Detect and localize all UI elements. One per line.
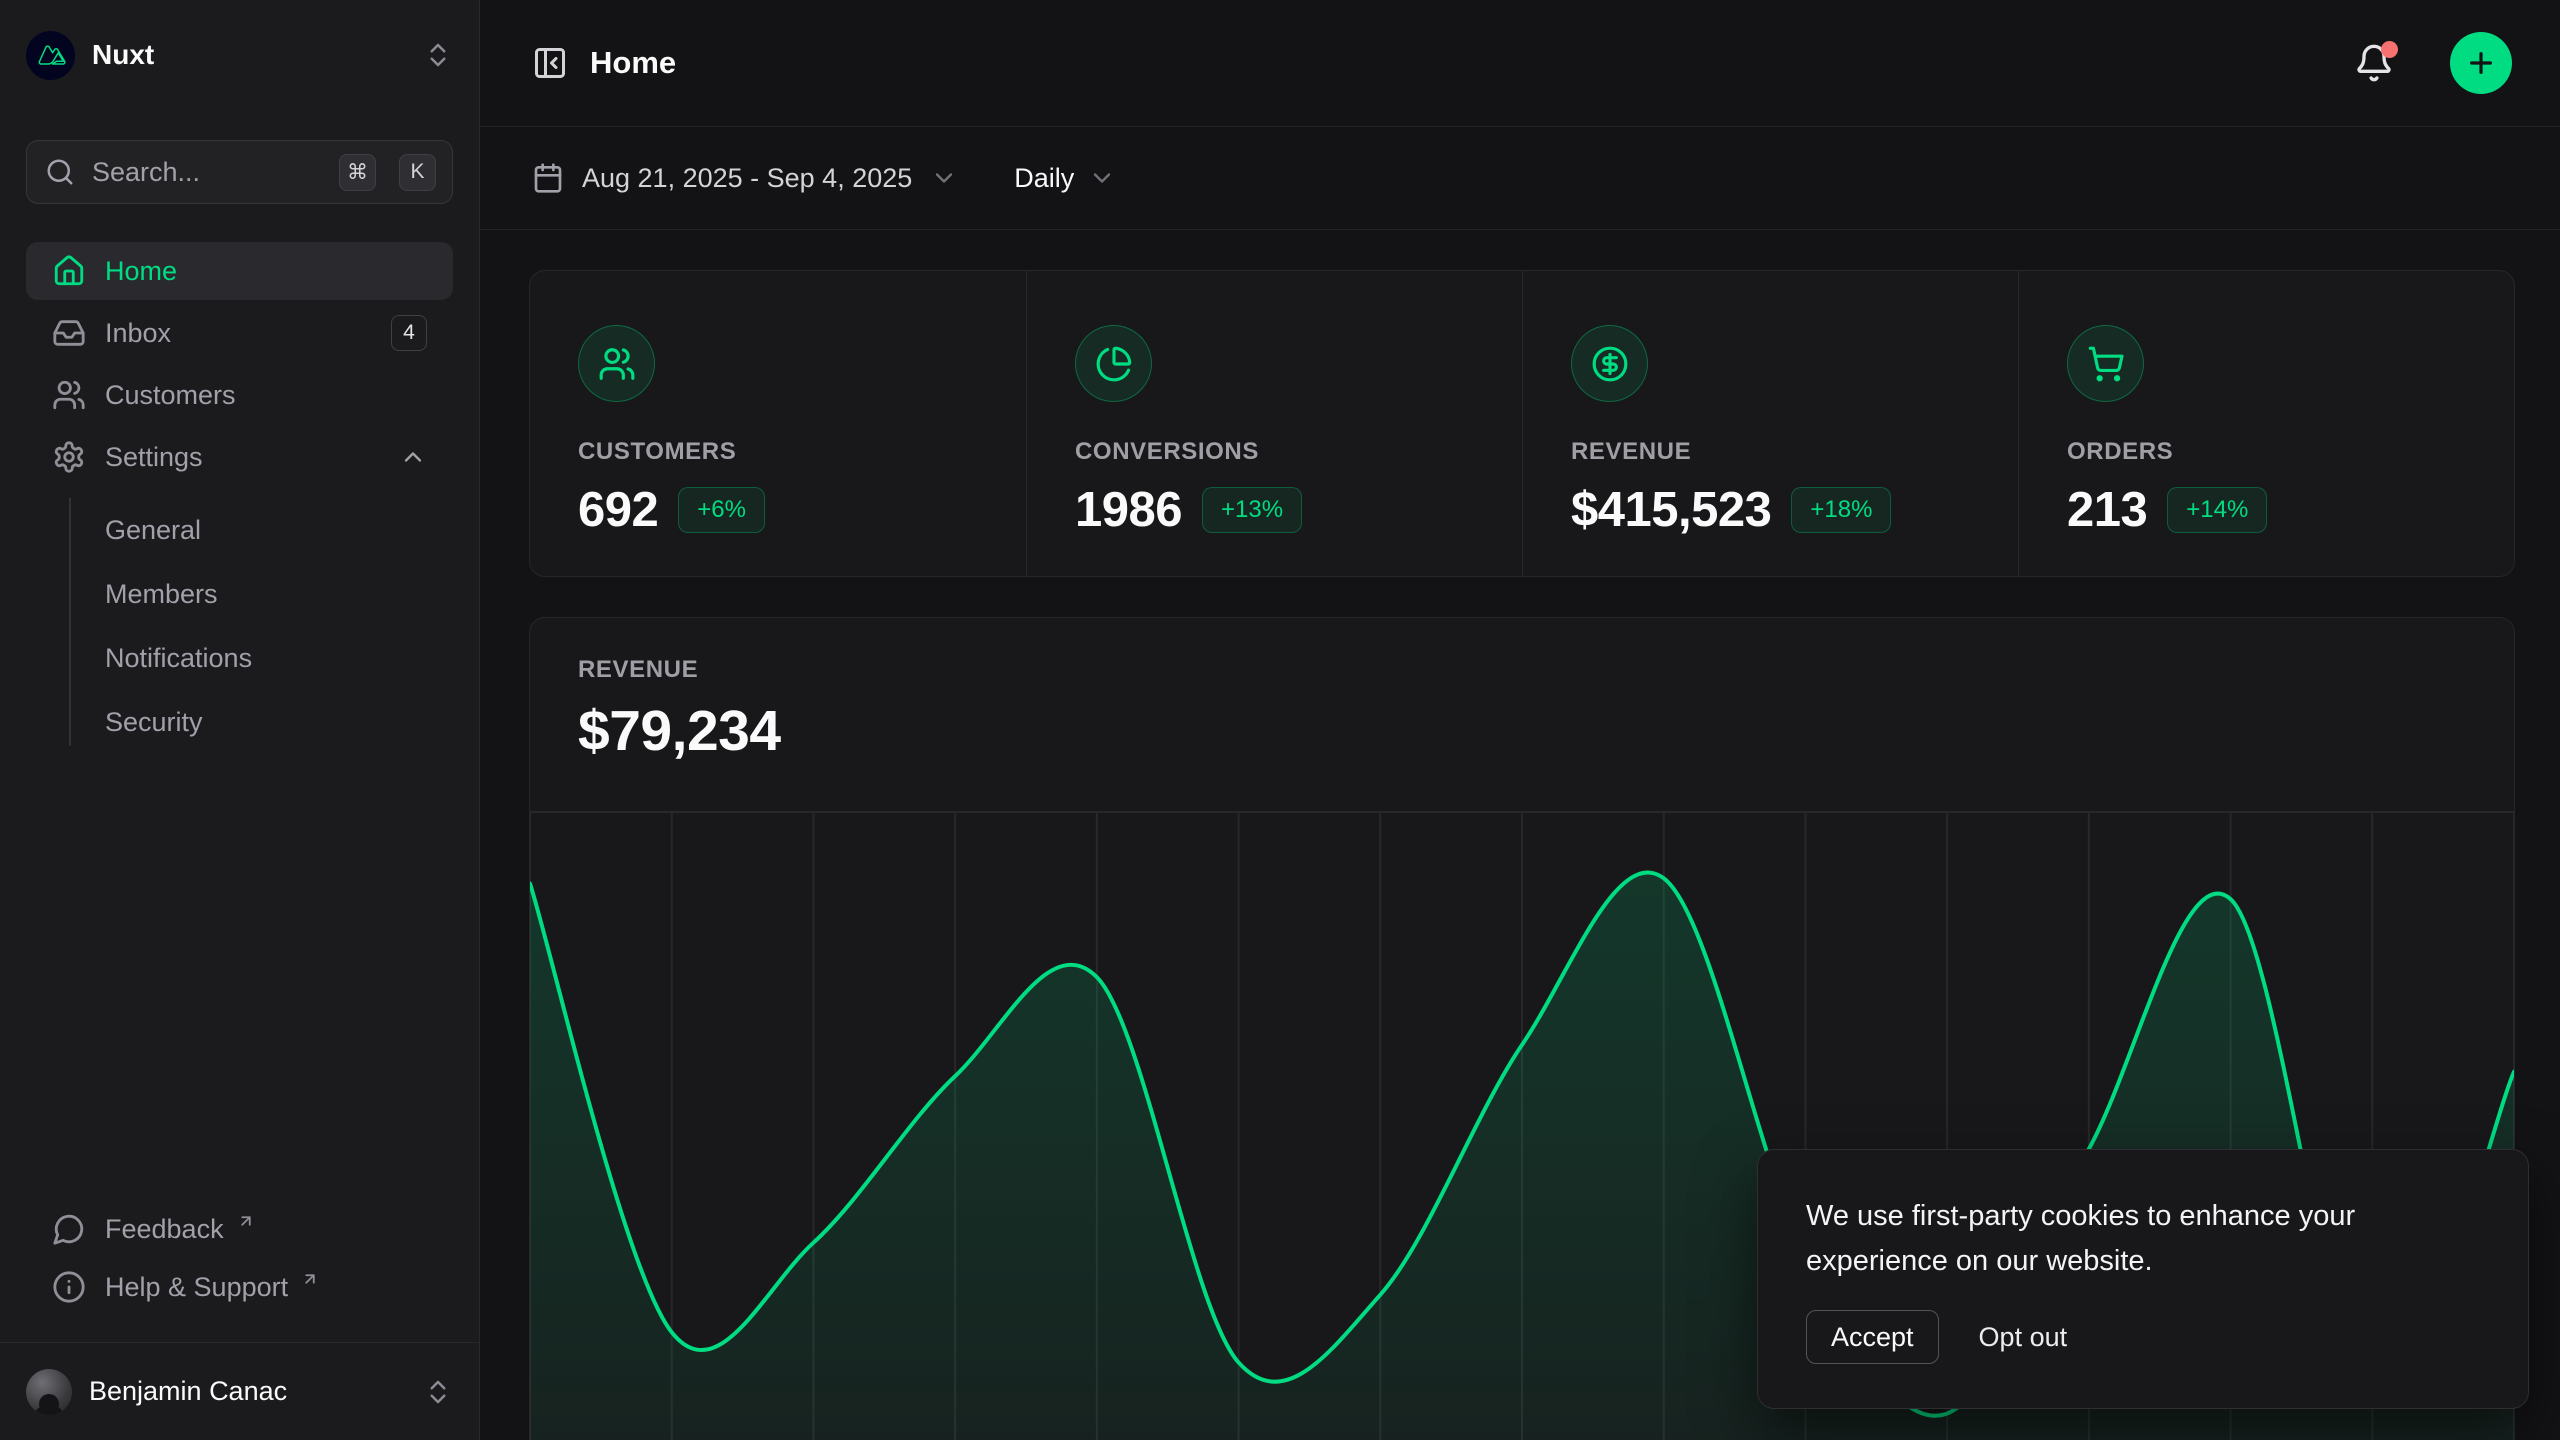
users-icon xyxy=(578,325,655,402)
revenue-chart-label: REVENUE xyxy=(578,656,2466,684)
sidebar-nav: Home Inbox 4 Customers Settings xyxy=(0,242,479,754)
date-range-picker[interactable]: Aug 21, 2025 - Sep 4, 2025 xyxy=(532,162,958,194)
inbox-icon xyxy=(52,316,86,350)
calendar-icon xyxy=(532,162,564,194)
cookie-message: We use first-party cookies to enhance yo… xyxy=(1806,1194,2480,1284)
sidebar-item-label: Settings xyxy=(105,442,203,473)
user-name: Benjamin Canac xyxy=(89,1376,406,1407)
granularity-select[interactable]: Daily xyxy=(1014,163,1116,194)
nuxt-logo xyxy=(26,31,75,80)
footer-link-label: Help & Support xyxy=(105,1272,288,1303)
external-link-icon xyxy=(301,1270,319,1288)
accept-cookies-button[interactable]: Accept xyxy=(1806,1310,1939,1364)
sidebar-item-home[interactable]: Home xyxy=(26,242,453,300)
chevrons-up-down-icon xyxy=(423,40,453,70)
stat-card-revenue[interactable]: REVENUE $415,523 +18% xyxy=(1522,271,2018,576)
sidebar-item-members[interactable]: Members xyxy=(105,562,453,626)
sidebar-footer-links: Feedback Help & Support xyxy=(0,1200,479,1342)
sidebar-item-label: Home xyxy=(105,256,177,287)
stat-value: $415,523 xyxy=(1571,482,1771,538)
cookie-banner: We use first-party cookies to enhance yo… xyxy=(1758,1150,2528,1408)
stat-delta-badge: +14% xyxy=(2167,487,2267,533)
help-support-link[interactable]: Help & Support xyxy=(26,1258,453,1316)
stat-card-orders[interactable]: ORDERS 213 +14% xyxy=(2018,271,2514,576)
revenue-chart-total: $79,234 xyxy=(578,698,2466,764)
sidebar-item-label: Customers xyxy=(105,380,236,411)
sidebar: Nuxt Search... ⌘ K Home Inbox 4 xyxy=(0,0,480,1440)
filters-toolbar: Aug 21, 2025 - Sep 4, 2025 Daily xyxy=(480,127,2560,230)
avatar xyxy=(26,1369,72,1415)
footer-link-label: Feedback xyxy=(105,1214,224,1245)
sidebar-item-customers[interactable]: Customers xyxy=(26,366,453,424)
workspace-switcher[interactable]: Nuxt xyxy=(0,0,479,110)
chevrons-up-down-icon xyxy=(423,1377,453,1407)
chevron-down-icon xyxy=(930,164,958,192)
home-icon xyxy=(52,254,86,288)
workspace-name: Nuxt xyxy=(92,39,406,71)
info-circle-icon xyxy=(52,1270,86,1304)
search-placeholder: Search... xyxy=(92,157,316,188)
stat-label: REVENUE xyxy=(1571,438,1970,466)
user-menu[interactable]: Benjamin Canac xyxy=(0,1342,479,1440)
sidebar-item-notifications[interactable]: Notifications xyxy=(105,626,453,690)
date-range-value: Aug 21, 2025 - Sep 4, 2025 xyxy=(582,163,912,194)
gear-icon xyxy=(52,440,86,474)
sidebar-item-settings[interactable]: Settings xyxy=(26,428,453,486)
notifications-bell-icon[interactable] xyxy=(2354,43,2394,83)
external-link-icon xyxy=(237,1212,255,1230)
sidebar-item-inbox[interactable]: Inbox 4 xyxy=(26,304,453,362)
settings-sub-list: General Members Notifications Security xyxy=(26,498,453,754)
granularity-value: Daily xyxy=(1014,163,1074,194)
optout-cookies-button[interactable]: Opt out xyxy=(1979,1322,2068,1353)
stat-value: 692 xyxy=(578,482,658,538)
dollar-circle-icon xyxy=(1571,325,1648,402)
stat-delta-badge: +13% xyxy=(1202,487,1302,533)
stat-card-conversions[interactable]: CONVERSIONS 1986 +13% xyxy=(1026,271,1522,576)
stat-label: CONVERSIONS xyxy=(1075,438,1474,466)
sidebar-item-security[interactable]: Security xyxy=(105,690,453,754)
add-button[interactable] xyxy=(2450,32,2512,94)
stat-value: 213 xyxy=(2067,482,2147,538)
stat-delta-badge: +6% xyxy=(678,487,765,533)
stat-card-customers[interactable]: CUSTOMERS 692 +6% xyxy=(530,271,1026,576)
stat-value: 1986 xyxy=(1075,482,1182,538)
search-icon xyxy=(45,157,75,187)
feedback-link[interactable]: Feedback xyxy=(26,1200,453,1258)
kbd-cmd: ⌘ xyxy=(339,154,376,191)
pie-chart-icon xyxy=(1075,325,1152,402)
search-input[interactable]: Search... ⌘ K xyxy=(26,140,453,204)
sidebar-item-label: Inbox xyxy=(105,318,171,349)
kbd-k: K xyxy=(399,154,436,191)
cart-icon xyxy=(2067,325,2144,402)
chevron-up-icon xyxy=(399,443,427,471)
collapse-sidebar-icon[interactable] xyxy=(532,45,568,81)
users-icon xyxy=(52,378,86,412)
stats-grid: CUSTOMERS 692 +6% CONVERSIONS 1986 +13% xyxy=(529,270,2515,577)
page-header: Home xyxy=(480,0,2560,127)
stat-label: CUSTOMERS xyxy=(578,438,978,466)
page-title: Home xyxy=(590,45,2332,81)
message-bubble-icon xyxy=(52,1212,86,1246)
sidebar-item-general[interactable]: General xyxy=(105,498,453,562)
inbox-count-badge: 4 xyxy=(391,315,427,351)
notification-dot xyxy=(2381,41,2398,58)
chevron-down-icon xyxy=(1088,164,1116,192)
stat-delta-badge: +18% xyxy=(1791,487,1891,533)
stat-label: ORDERS xyxy=(2067,438,2466,466)
